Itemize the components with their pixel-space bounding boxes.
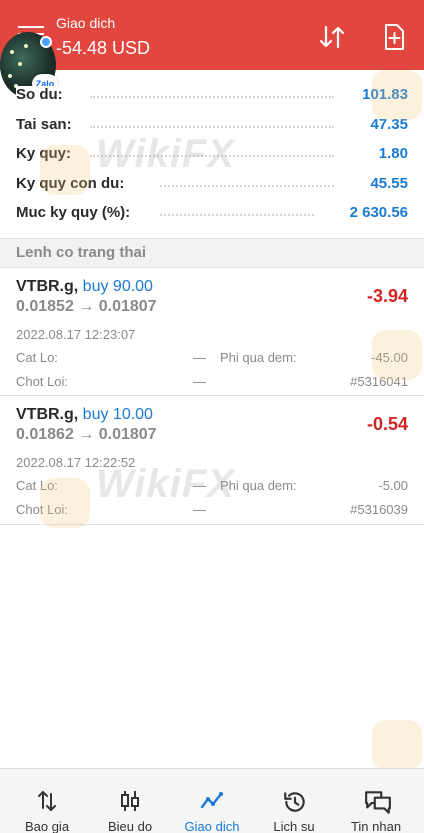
summary-value: 2 630.56 xyxy=(343,204,408,221)
quotes-arrows-icon xyxy=(38,791,56,811)
nav-label: Tin nhan xyxy=(350,819,402,833)
position-time: 2022.08.17 12:23:07 xyxy=(16,327,136,342)
summary-value: 1.80 xyxy=(372,145,408,162)
nav-messages[interactable]: Tin nhan xyxy=(334,769,418,833)
take-profit-label: Chot Loi: xyxy=(16,374,69,389)
online-status-dot xyxy=(40,36,52,48)
watermark-logo-icon xyxy=(372,70,422,120)
nav-label: Bao gia xyxy=(24,819,70,833)
candlestick-chart-icon xyxy=(121,791,139,811)
watermark-logo-icon xyxy=(40,145,90,195)
nav-label: Bieu do xyxy=(107,819,153,833)
messages-icon xyxy=(365,791,391,814)
summary-label: Muc ky quy (%): xyxy=(16,204,135,221)
summary-margin-level: Muc ky quy (%): 2 630.56 xyxy=(0,198,424,228)
position-price: 0.01862 → 0.01807 xyxy=(16,426,157,443)
position-symbol: VTBR.g, xyxy=(16,406,79,423)
nav-history[interactable]: Lich su xyxy=(252,769,336,833)
section-title: Lenh co trang thai xyxy=(16,244,147,261)
page-title: Giao dich xyxy=(56,15,116,31)
watermark-logo-icon xyxy=(372,330,422,380)
bottom-navigation: Bao gia Bieu do Giao dich Lich su Tin nh… xyxy=(0,768,424,833)
stop-loss-value: — xyxy=(193,350,206,365)
summary-label: So du: xyxy=(16,86,67,103)
position-symbol-line: VTBR.g, buy 10.00 xyxy=(16,406,153,424)
position-price: 0.01852 → 0.01807 xyxy=(16,298,157,315)
watermark-logo-icon xyxy=(40,478,90,528)
new-order-icon[interactable] xyxy=(379,22,409,52)
position-side: buy 90.00 xyxy=(82,278,153,295)
trade-line-icon xyxy=(200,792,223,809)
position-row[interactable]: VTBR.g, buy 90.00 0.01852 → 0.01807 -3.9… xyxy=(0,268,424,396)
ticket-number: #5316039 xyxy=(350,502,408,517)
history-clock-icon xyxy=(284,792,305,812)
summary-balance: So du: 101.83 xyxy=(0,80,424,110)
position-profit: -3.94 xyxy=(366,286,408,306)
summary-value: 45.55 xyxy=(364,175,408,192)
sort-icon[interactable] xyxy=(317,22,347,52)
positions-section-header: Lenh co trang thai xyxy=(0,238,424,268)
position-side: buy 10.00 xyxy=(82,406,153,423)
position-symbol: VTBR.g, xyxy=(16,278,79,295)
summary-label: Tai san: xyxy=(16,116,76,133)
nav-label: Giao dich xyxy=(184,819,240,833)
swap-value: -5.00 xyxy=(378,478,408,493)
watermark-logo-icon xyxy=(372,720,422,770)
position-profit: -0.54 xyxy=(366,414,408,434)
position-symbol-line: VTBR.g, buy 90.00 xyxy=(16,278,153,296)
watermark: WikiFX xyxy=(96,462,235,506)
top-app-bar: Giao dich -54.48 USD xyxy=(0,0,424,70)
nav-label: Lich su xyxy=(273,819,315,833)
profit-total: -54.48 USD xyxy=(56,38,151,58)
stop-loss-label: Cat Lo: xyxy=(16,350,58,365)
nav-charts[interactable]: Bieu do xyxy=(88,769,172,833)
nav-trade[interactable]: Giao dich xyxy=(170,769,254,833)
nav-quotes[interactable]: Bao gia xyxy=(5,769,89,833)
take-profit-value: — xyxy=(193,374,206,389)
swap-label: Phi qua dem: xyxy=(220,350,297,365)
watermark: WikiFX xyxy=(96,132,235,176)
